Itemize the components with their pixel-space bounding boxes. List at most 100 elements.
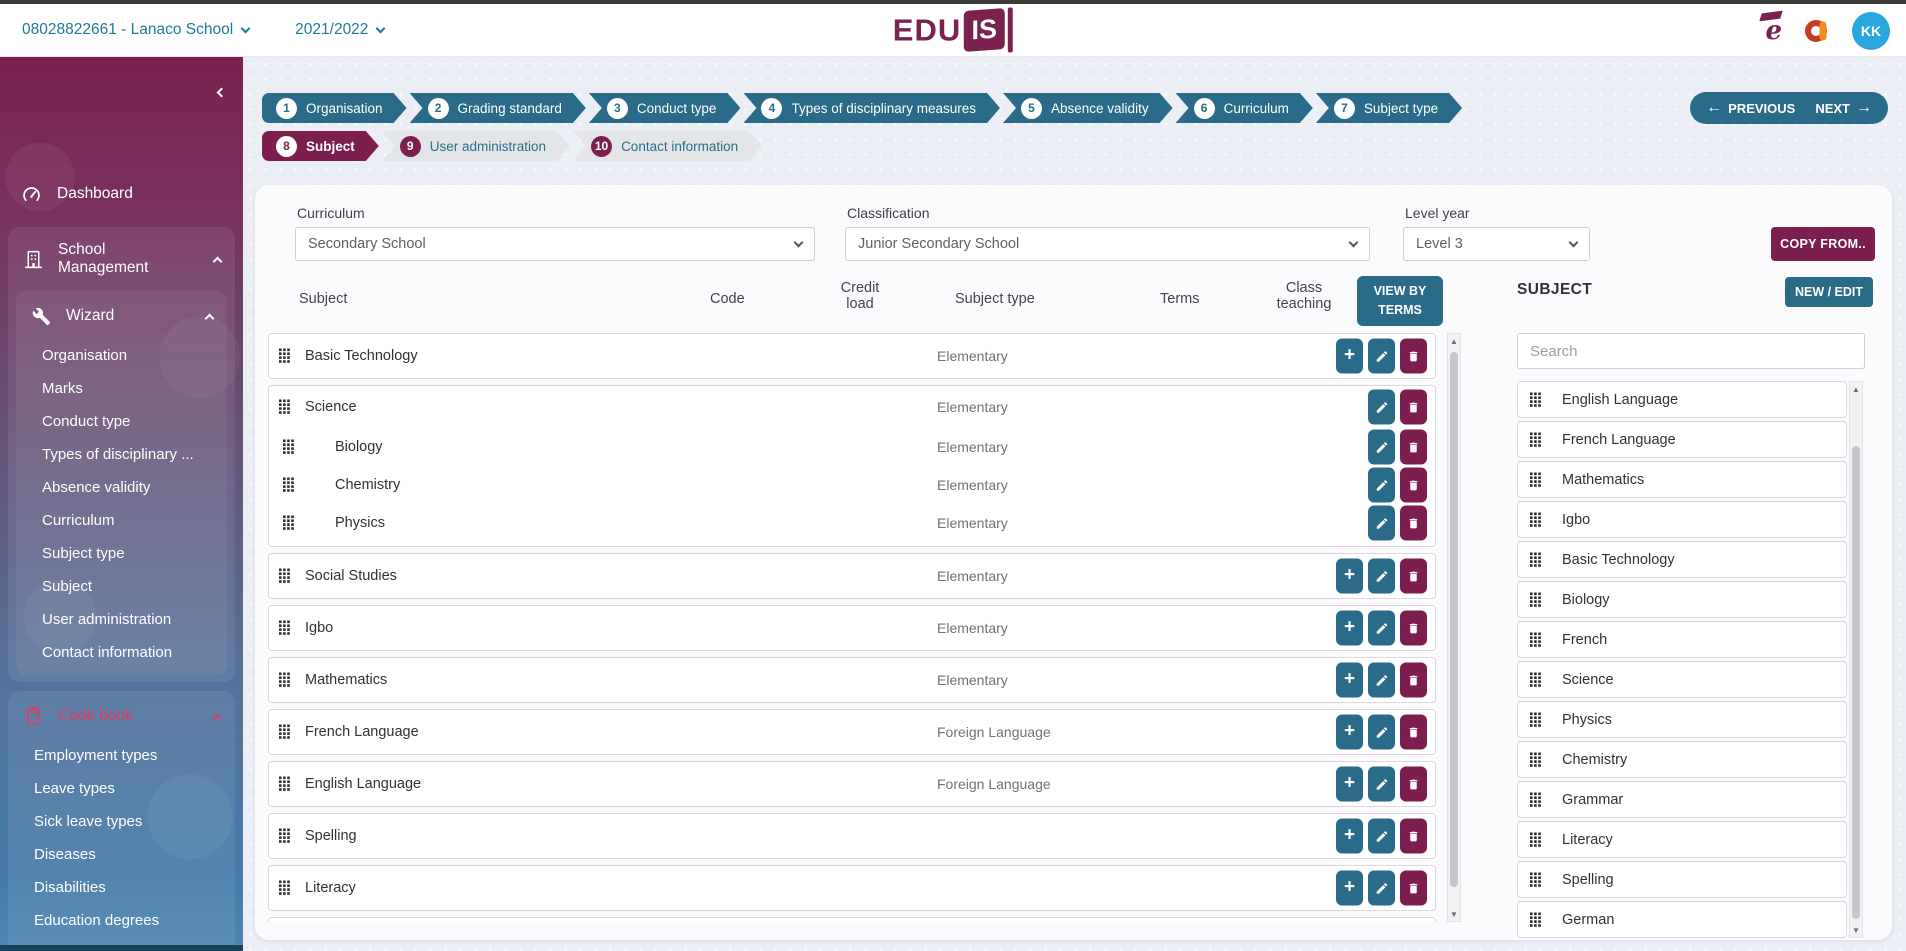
delete-subject-button[interactable] bbox=[1400, 715, 1427, 750]
add-subject-button[interactable]: + bbox=[1336, 339, 1363, 374]
wizard-step-subject-type[interactable]: 7Subject type bbox=[1316, 93, 1462, 123]
delete-subject-button[interactable] bbox=[1400, 390, 1427, 425]
drag-handle-icon[interactable] bbox=[1530, 552, 1541, 567]
classification-select[interactable]: Junior Secondary School bbox=[845, 227, 1370, 261]
sidebar-item-marks[interactable]: Marks bbox=[16, 372, 227, 405]
subject-pool-item-mathematics[interactable]: Mathematics bbox=[1517, 461, 1847, 498]
sidebar-item-contact-information[interactable]: Contact information bbox=[16, 636, 227, 669]
wizard-step-conduct-type[interactable]: 3Conduct type bbox=[589, 93, 741, 123]
sidebar-item-code-book[interactable]: Code book bbox=[8, 691, 235, 739]
drag-handle-icon[interactable] bbox=[1530, 712, 1541, 727]
edit-subject-button[interactable] bbox=[1368, 663, 1395, 698]
edit-subject-button[interactable] bbox=[1368, 819, 1395, 854]
sidebar-item-conduct-type[interactable]: Conduct type bbox=[16, 405, 227, 438]
delete-subject-button[interactable] bbox=[1400, 506, 1427, 541]
drag-handle-icon[interactable] bbox=[1530, 832, 1541, 847]
sidebar-item-leave-types[interactable]: Leave types bbox=[8, 772, 235, 805]
drag-handle-icon[interactable] bbox=[1530, 872, 1541, 887]
sidebar-item-diseases[interactable]: Diseases bbox=[8, 838, 235, 871]
edit-subject-button[interactable] bbox=[1368, 390, 1395, 425]
drag-handle-icon[interactable] bbox=[1530, 632, 1541, 647]
sidebar-item-employment-types[interactable]: Employment types bbox=[8, 739, 235, 772]
subject-pool-item-basic-technology[interactable]: Basic Technology bbox=[1517, 541, 1847, 578]
graduation-e-icon[interactable]: e bbox=[1765, 18, 1782, 44]
drag-handle-icon[interactable] bbox=[1530, 512, 1541, 527]
drag-handle-icon[interactable] bbox=[1530, 392, 1541, 407]
school-year-selector[interactable]: 2021/2022 bbox=[295, 21, 384, 39]
edit-subject-button[interactable] bbox=[1368, 871, 1395, 906]
delete-subject-button[interactable] bbox=[1400, 871, 1427, 906]
wizard-step-types-of-disciplinary-measures[interactable]: 4Types of disciplinary measures bbox=[743, 93, 1000, 123]
view-by-terms-button[interactable]: VIEW BY TERMS bbox=[1357, 276, 1443, 326]
subject-pool-item-chemistry[interactable]: Chemistry bbox=[1517, 741, 1847, 778]
drag-handle-icon[interactable] bbox=[1530, 672, 1541, 687]
new-edit-button[interactable]: NEW / EDIT bbox=[1785, 277, 1873, 307]
delete-subject-button[interactable] bbox=[1400, 819, 1427, 854]
delete-subject-button[interactable] bbox=[1400, 339, 1427, 374]
sidebar-item-disabilities[interactable]: Disabilities bbox=[8, 871, 235, 904]
level-year-select[interactable]: Level 3 bbox=[1403, 227, 1590, 261]
subject-pool-item-physics[interactable]: Physics bbox=[1517, 701, 1847, 738]
copy-from-button[interactable]: COPY FROM.. bbox=[1771, 227, 1875, 261]
drag-handle-icon[interactable] bbox=[279, 569, 290, 584]
sidebar-item-subject[interactable]: Subject bbox=[16, 570, 227, 603]
wizard-step-subject[interactable]: 8Subject bbox=[262, 131, 379, 161]
sidebar-item-user-administration[interactable]: User administration bbox=[16, 603, 227, 636]
scrollbar-thumb[interactable] bbox=[1450, 352, 1458, 887]
drag-handle-icon[interactable] bbox=[1530, 472, 1541, 487]
office365-icon[interactable] bbox=[1804, 18, 1830, 44]
sidebar-item-types-of-disciplinary[interactable]: Types of disciplinary ... bbox=[16, 438, 227, 471]
sidebar-item-sick-leave-types[interactable]: Sick leave types bbox=[8, 805, 235, 838]
delete-subject-button[interactable] bbox=[1400, 663, 1427, 698]
drag-handle-icon[interactable] bbox=[279, 725, 290, 740]
subject-pool-item-igbo[interactable]: Igbo bbox=[1517, 501, 1847, 538]
user-avatar[interactable]: KK bbox=[1852, 12, 1890, 50]
delete-subject-button[interactable] bbox=[1400, 430, 1427, 465]
school-selector[interactable]: 08028822661 - Lanaco School bbox=[22, 21, 249, 39]
sidebar-item-professions[interactable]: Professions bbox=[8, 937, 235, 951]
sidebar-item-curriculum[interactable]: Curriculum bbox=[16, 504, 227, 537]
delete-subject-button[interactable] bbox=[1400, 468, 1427, 503]
edit-subject-button[interactable] bbox=[1368, 430, 1395, 465]
subject-pool-item-french-language[interactable]: French Language bbox=[1517, 421, 1847, 458]
wizard-step-contact-information[interactable]: 10Contact information bbox=[573, 131, 762, 161]
wizard-step-absence-validity[interactable]: 5Absence validity bbox=[1003, 93, 1173, 123]
drag-handle-icon[interactable] bbox=[279, 777, 290, 792]
edit-subject-button[interactable] bbox=[1368, 468, 1395, 503]
next-button[interactable]: NEXT→ bbox=[1815, 100, 1872, 116]
subject-pool-item-biology[interactable]: Biology bbox=[1517, 581, 1847, 618]
wizard-step-curriculum[interactable]: 6Curriculum bbox=[1176, 93, 1313, 123]
add-subject-button[interactable]: + bbox=[1336, 715, 1363, 750]
sidebar-item-dashboard[interactable]: Dashboard bbox=[20, 183, 133, 205]
subject-pool-item-german[interactable]: German bbox=[1517, 901, 1847, 938]
edit-subject-button[interactable] bbox=[1368, 559, 1395, 594]
wizard-step-organisation[interactable]: 1Organisation bbox=[262, 93, 407, 123]
sidebar-item-absence-validity[interactable]: Absence validity bbox=[16, 471, 227, 504]
drag-handle-icon[interactable] bbox=[1530, 912, 1541, 927]
scroll-up-icon[interactable]: ▲ bbox=[1448, 334, 1460, 348]
edit-subject-button[interactable] bbox=[1368, 611, 1395, 646]
sidebar-item-subject-type[interactable]: Subject type bbox=[16, 537, 227, 570]
drag-handle-icon[interactable] bbox=[283, 478, 294, 493]
scroll-down-icon[interactable]: ▼ bbox=[1850, 923, 1862, 937]
sidebar-item-school-management[interactable]: School Management bbox=[8, 227, 235, 289]
table-scrollbar[interactable]: ▲ ▼ bbox=[1447, 333, 1461, 922]
drag-handle-icon[interactable] bbox=[279, 621, 290, 636]
subject-pool-item-grammar[interactable]: Grammar bbox=[1517, 781, 1847, 818]
scroll-up-icon[interactable]: ▲ bbox=[1850, 382, 1862, 396]
sidebar-collapse-button[interactable] bbox=[218, 83, 225, 101]
add-subject-button[interactable]: + bbox=[1336, 819, 1363, 854]
add-subject-button[interactable]: + bbox=[1336, 767, 1363, 802]
subject-pool-scrollbar[interactable]: ▲ ▼ bbox=[1849, 381, 1863, 938]
drag-handle-icon[interactable] bbox=[283, 516, 294, 531]
drag-handle-icon[interactable] bbox=[279, 673, 290, 688]
drag-handle-icon[interactable] bbox=[1530, 592, 1541, 607]
add-subject-button[interactable]: + bbox=[1336, 559, 1363, 594]
add-subject-button[interactable]: + bbox=[1336, 663, 1363, 698]
subject-pool-item-french[interactable]: French bbox=[1517, 621, 1847, 658]
sidebar-item-organisation[interactable]: Organisation bbox=[16, 339, 227, 372]
edit-subject-button[interactable] bbox=[1368, 506, 1395, 541]
sidebar-item-wizard[interactable]: Wizard bbox=[16, 291, 227, 339]
add-subject-button[interactable]: + bbox=[1336, 871, 1363, 906]
subject-pool-item-english-language[interactable]: English Language bbox=[1517, 381, 1847, 418]
